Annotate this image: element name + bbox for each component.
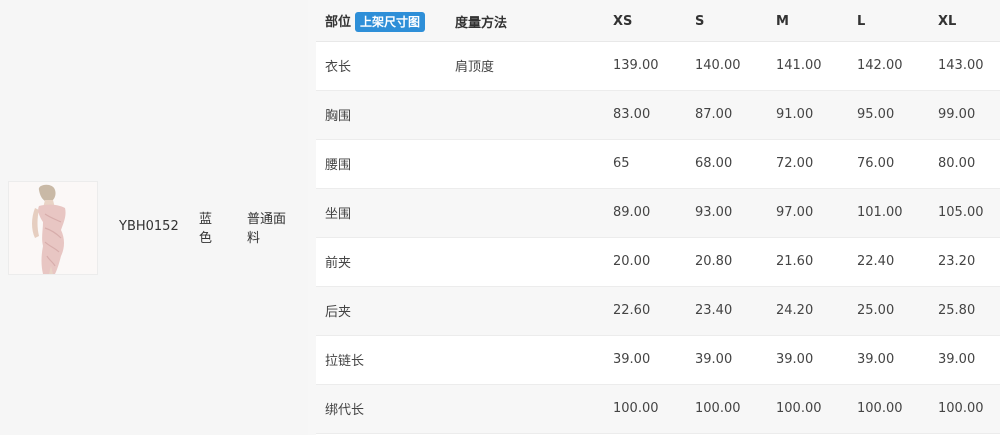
header-size-l: L (848, 2, 929, 42)
cell-value: 143.00 (938, 58, 984, 73)
cell-value: 80.00 (938, 156, 976, 171)
cell-value: 105.00 (938, 205, 984, 220)
cell-value: 25.00 (857, 303, 895, 318)
cell-value: 39.00 (938, 352, 976, 367)
cell-value: 39.00 (776, 352, 814, 367)
cell-method (446, 335, 604, 384)
cell-part: 拉链长 (325, 354, 365, 369)
cell-value: 39.00 (613, 352, 651, 367)
cell-method (446, 384, 604, 433)
cell-value: 100.00 (613, 401, 659, 416)
cell-value: 65 (613, 156, 630, 171)
table-row: 拉链长 39.00 39.00 39.00 39.00 39.00 (316, 335, 1000, 384)
table-row: 腰围 65 68.00 72.00 76.00 80.00 (316, 139, 1000, 188)
table-row: 胸围 83.00 87.00 91.00 95.00 99.00 (316, 90, 1000, 139)
size-chart-badge[interactable]: 上架尺寸图 (355, 11, 426, 32)
cell-value: 100.00 (857, 401, 903, 416)
header-size-m: M (767, 2, 848, 42)
cell-value: 20.80 (695, 254, 733, 269)
header-size-s: S (686, 2, 767, 42)
table-row: 衣长 肩顶度 139.00 140.00 141.00 142.00 143.0… (316, 41, 1000, 90)
cell-value: 76.00 (857, 156, 895, 171)
table-row: 坐围 89.00 93.00 97.00 101.00 105.00 (316, 188, 1000, 237)
product-info-panel: YBH0152 蓝色 普通面料 (0, 0, 308, 435)
dress-image-icon (9, 182, 97, 274)
table-row: 绑代长 100.00 100.00 100.00 100.00 100.00 (316, 384, 1000, 433)
cell-value: 89.00 (613, 205, 651, 220)
cell-part: 腰围 (325, 158, 352, 173)
cell-value: 97.00 (776, 205, 814, 220)
table-header-row: 部位 上架尺寸图 度量方法 XS S M L XL (316, 2, 1000, 42)
cell-method (446, 139, 604, 188)
cell-value: 139.00 (613, 58, 659, 73)
cell-value: 100.00 (695, 401, 741, 416)
cell-value: 23.20 (938, 254, 976, 269)
size-table: 部位 上架尺寸图 度量方法 XS S M L XL 衣长 肩顶度 139.00 1… (316, 2, 1000, 434)
cell-method: 肩顶度 (455, 60, 495, 75)
cell-value: 39.00 (857, 352, 895, 367)
header-method: 度量方法 (446, 2, 604, 42)
header-part-label: 部位 (325, 14, 352, 30)
header-part: 部位 上架尺寸图 (316, 2, 446, 42)
cell-value: 23.40 (695, 303, 733, 318)
cell-method (446, 188, 604, 237)
cell-value: 22.60 (613, 303, 651, 318)
cell-value: 101.00 (857, 205, 903, 220)
cell-value: 99.00 (938, 107, 976, 122)
cell-value: 87.00 (695, 107, 733, 122)
cell-value: 100.00 (938, 401, 984, 416)
cell-method (446, 90, 604, 139)
cell-part: 后夹 (325, 305, 352, 320)
cell-method (446, 286, 604, 335)
cell-value: 68.00 (695, 156, 733, 171)
header-size-xs: XS (604, 2, 686, 42)
cell-value: 20.00 (613, 254, 651, 269)
header-size-xl: XL (929, 2, 1000, 42)
table-row: 前夹 20.00 20.80 21.60 22.40 23.20 (316, 237, 1000, 286)
cell-value: 140.00 (695, 58, 741, 73)
table-row: 后夹 22.60 23.40 24.20 25.00 25.80 (316, 286, 1000, 335)
cell-value: 83.00 (613, 107, 651, 122)
cell-value: 25.80 (938, 303, 976, 318)
product-fabric: 普通面料 (247, 212, 287, 246)
cell-value: 95.00 (857, 107, 895, 122)
cell-part: 坐围 (325, 207, 352, 222)
cell-value: 91.00 (776, 107, 814, 122)
cell-value: 100.00 (776, 401, 822, 416)
product-sku: YBH0152 (119, 219, 179, 234)
cell-part: 前夹 (325, 256, 352, 271)
cell-method (446, 237, 604, 286)
cell-value: 21.60 (776, 254, 814, 269)
size-chart: 部位 上架尺寸图 度量方法 XS S M L XL 衣长 肩顶度 139.00 1… (316, 2, 1000, 435)
cell-part: 绑代长 (325, 403, 365, 418)
cell-value: 93.00 (695, 205, 733, 220)
cell-value: 72.00 (776, 156, 814, 171)
product-color: 蓝色 (199, 212, 213, 246)
cell-value: 141.00 (776, 58, 822, 73)
cell-value: 22.40 (857, 254, 895, 269)
cell-value: 39.00 (695, 352, 733, 367)
product-thumbnail[interactable] (8, 181, 98, 275)
cell-part: 衣长 (325, 60, 352, 75)
cell-value: 24.20 (776, 303, 814, 318)
cell-value: 142.00 (857, 58, 903, 73)
cell-part: 胸围 (325, 109, 352, 124)
